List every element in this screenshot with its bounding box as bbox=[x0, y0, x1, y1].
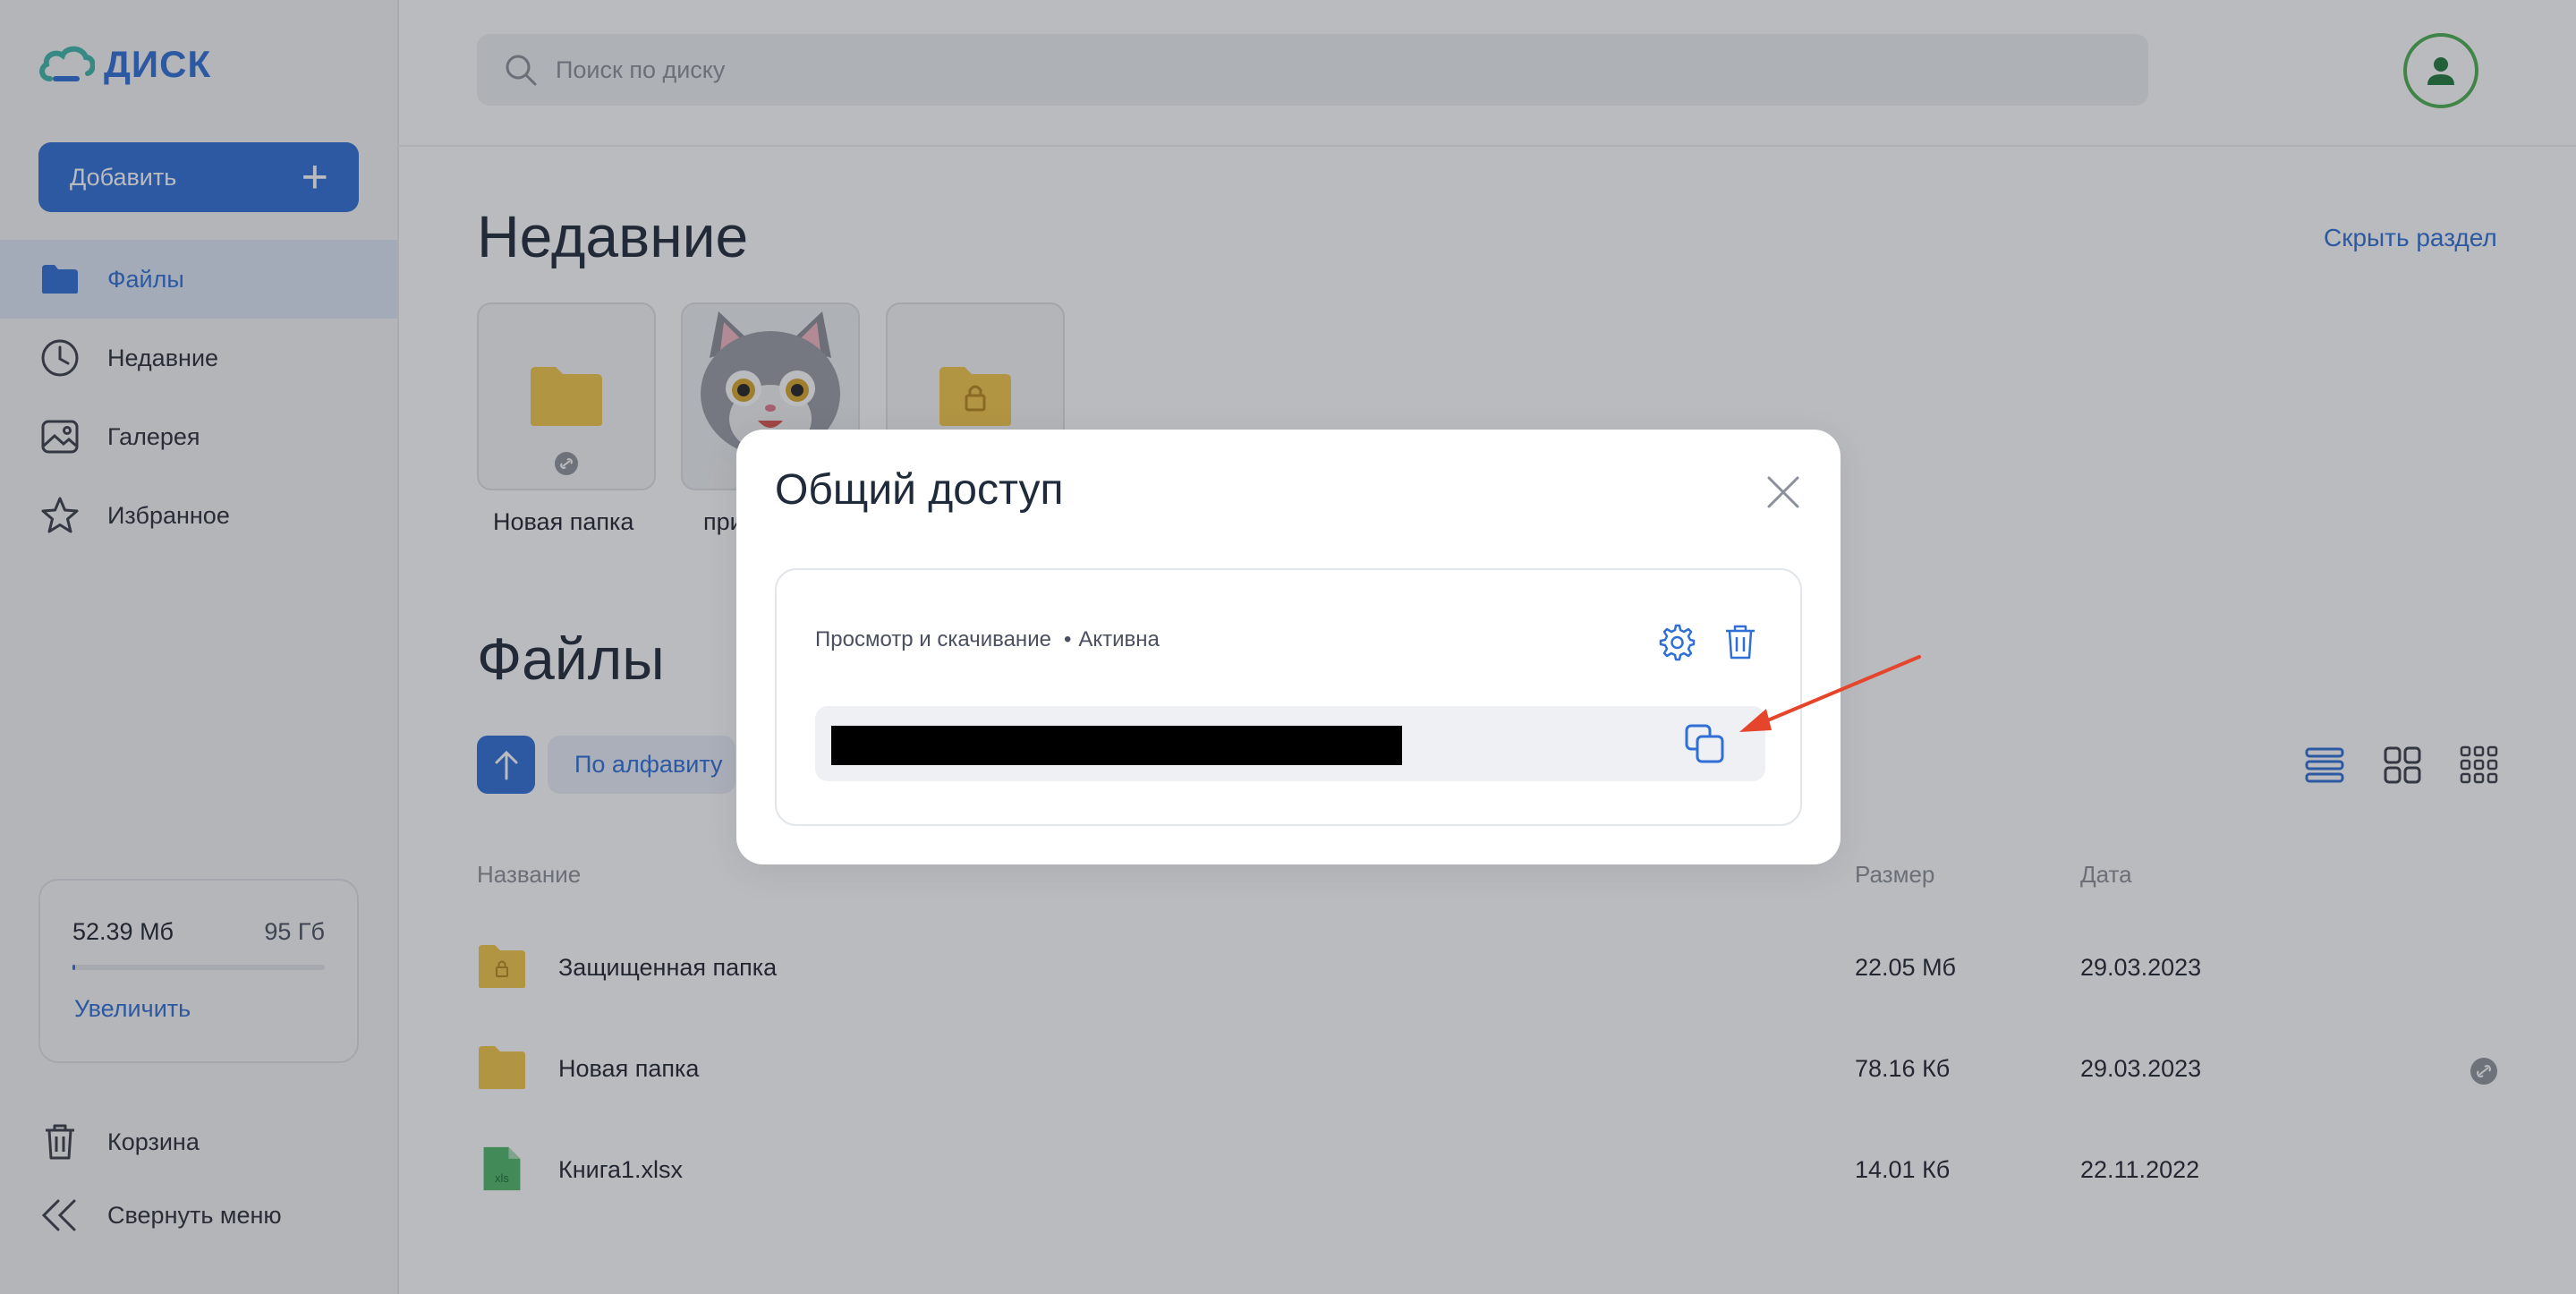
gear-icon[interactable] bbox=[1656, 622, 1696, 661]
close-icon[interactable] bbox=[1764, 472, 1803, 512]
dialog-title: Общий доступ bbox=[775, 466, 1064, 514]
separator-dot: • bbox=[1063, 627, 1072, 651]
redacted-link-value bbox=[831, 726, 1402, 765]
share-link-field[interactable] bbox=[815, 706, 1765, 781]
access-type: Просмотр и скачивание bbox=[815, 627, 1051, 651]
share-link-card: Просмотр и скачивание • Активна bbox=[775, 568, 1802, 826]
access-info: Просмотр и скачивание • Активна bbox=[815, 627, 1160, 652]
copy-icon[interactable] bbox=[1683, 722, 1726, 765]
annotation-arrow bbox=[1739, 655, 1921, 732]
link-status: Активна bbox=[1078, 627, 1160, 651]
share-dialog: Общий доступ Просмотр и скачивание • Актив… bbox=[736, 430, 1841, 864]
